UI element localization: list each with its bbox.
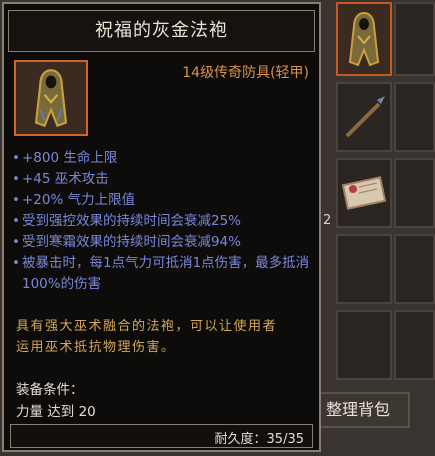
- slot-count: 2: [323, 213, 332, 228]
- stat-line: • 受到强控效果的持续时间会衰减25%: [12, 211, 316, 232]
- bullet: •: [12, 171, 20, 187]
- bullet: •: [12, 255, 20, 271]
- bullet: •: [12, 213, 20, 229]
- item-type: 14级传奇防具(轻甲): [182, 65, 309, 81]
- scroll-icon: [341, 176, 387, 210]
- stat-line: • +45 巫术攻击: [12, 169, 316, 190]
- item-flavor-text: 具有强大巫术融合的法袍，可以让使用者 运用巫术抵抗物理伤害。: [16, 316, 312, 358]
- stat-text: +800 生命上限: [22, 150, 118, 166]
- inventory-slot-empty[interactable]: [394, 310, 435, 380]
- stat-line: • +20% 气力上限值: [12, 190, 316, 211]
- spear-icon: [345, 96, 385, 138]
- sort-inventory-button[interactable]: 整理背包: [306, 392, 410, 428]
- stat-text: 受到强控效果的持续时间会衰减25%: [22, 213, 242, 229]
- inventory-slot-scroll[interactable]: [336, 158, 392, 228]
- stat-list: • +800 生命上限 • +45 巫术攻击 • +20% 气力上限值 • 受到强控效果…: [12, 148, 316, 295]
- inventory-slot-empty[interactable]: [394, 82, 435, 152]
- inventory-slot-empty[interactable]: [394, 2, 435, 76]
- flavor-line: 运用巫术抵抗物理伤害。: [16, 340, 176, 355]
- stat-line: • 受到寒霜效果的持续时间会衰减94%: [12, 232, 316, 253]
- item-tooltip: 祝福的灰金法袍 14级传奇防具(轻甲) • +800 生命上限 • +45 巫术攻击…: [2, 2, 321, 452]
- inventory-slot-spear[interactable]: [336, 82, 392, 152]
- bullet: •: [12, 150, 20, 166]
- robe-icon: [348, 11, 380, 67]
- bullet: •: [12, 234, 20, 250]
- inventory-slot-empty[interactable]: [336, 234, 392, 304]
- item-title: 祝福的灰金法袍: [8, 10, 315, 52]
- stat-line: • +800 生命上限: [12, 148, 316, 169]
- stat-line: • 被暴击时，每1点气力可抵消1点伤害，最多抵消100%的伤害: [12, 253, 316, 295]
- bullet: •: [12, 192, 20, 208]
- requirement-label: 装备条件：: [16, 382, 84, 398]
- stat-text: 被暴击时，每1点气力可抵消1点伤害，最多抵消100%的伤害: [22, 255, 310, 292]
- requirement-value: 力量 达到 20: [16, 404, 96, 420]
- stat-text: +45 巫术攻击: [22, 171, 109, 187]
- inventory-slot-empty[interactable]: [336, 310, 392, 380]
- flavor-line: 具有强大巫术融合的法袍，可以让使用者: [16, 319, 278, 334]
- durability-bar: 耐久度：35/35: [10, 424, 313, 448]
- inventory-slot-empty[interactable]: [394, 158, 435, 228]
- durability-text: 耐久度：35/35: [214, 432, 304, 447]
- inventory-slot-empty[interactable]: [394, 234, 435, 304]
- item-icon-frame: [14, 60, 88, 136]
- stat-text: +20% 气力上限值: [22, 192, 136, 208]
- inventory-slot-robe[interactable]: [336, 2, 392, 76]
- stat-text: 受到寒霜效果的持续时间会衰减94%: [22, 234, 242, 250]
- robe-icon: [34, 69, 68, 128]
